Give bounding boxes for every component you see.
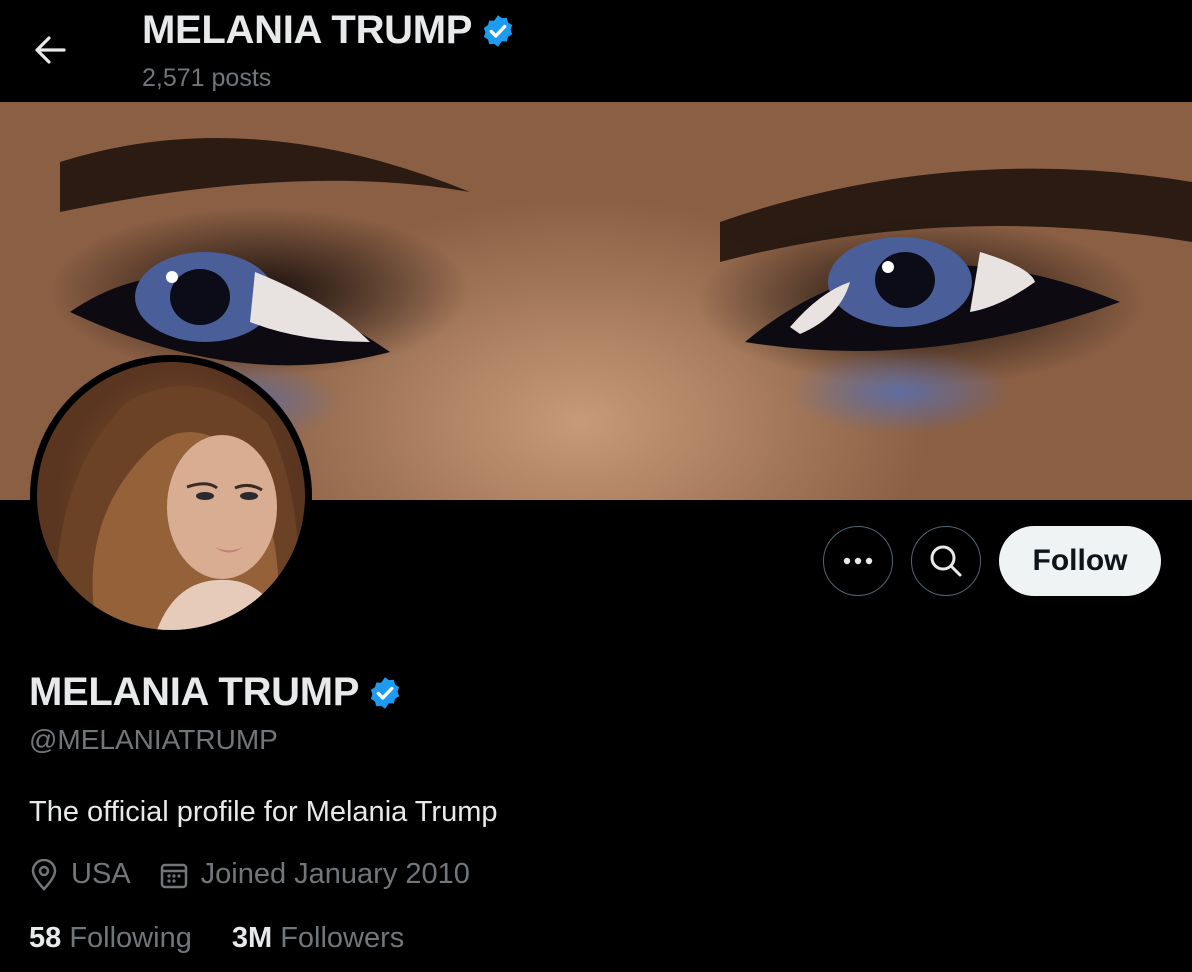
post-count: 2,571 posts bbox=[142, 64, 272, 92]
location-text: USA bbox=[71, 858, 131, 890]
followers-label: Followers bbox=[280, 922, 405, 954]
location-item: USA bbox=[29, 858, 131, 891]
search-icon bbox=[930, 545, 962, 577]
profile-meta: USA Joined January 2010 bbox=[29, 858, 498, 891]
verified-badge-icon[interactable] bbox=[367, 675, 403, 711]
profile-stats: 58 Following 3M Followers bbox=[29, 922, 444, 955]
profile-bio: The official profile for Melania Trump bbox=[29, 796, 498, 828]
followers-link[interactable]: 3M Followers bbox=[232, 922, 404, 955]
top-header: MELANIA TRUMP 2,571 posts bbox=[0, 0, 1192, 102]
header-title: MELANIA TRUMP bbox=[142, 8, 516, 53]
more-button[interactable] bbox=[823, 526, 893, 596]
followers-count: 3M bbox=[231, 922, 273, 954]
profile-name-row: MELANIA TRUMP bbox=[29, 670, 403, 715]
search-profile-button[interactable] bbox=[911, 526, 981, 596]
following-label: Following bbox=[69, 922, 192, 954]
location-pin-icon bbox=[31, 858, 57, 891]
back-button[interactable] bbox=[26, 26, 74, 74]
follow-button[interactable]: Follow bbox=[999, 526, 1161, 596]
avatar[interactable] bbox=[30, 355, 312, 637]
verified-badge-icon bbox=[484, 14, 513, 47]
header-name: MELANIA TRUMP bbox=[142, 8, 473, 52]
calendar-icon bbox=[160, 863, 187, 888]
arrow-left-icon bbox=[35, 36, 66, 64]
joined-text: Joined January 2010 bbox=[200, 858, 470, 890]
avatar-photo bbox=[37, 362, 305, 630]
joined-item: Joined January 2010 bbox=[159, 858, 470, 891]
following-count: 58 bbox=[29, 922, 62, 954]
following-link[interactable]: 58 Following bbox=[29, 922, 192, 955]
more-dots-icon bbox=[843, 557, 873, 565]
profile-handle: @MELANIATRUMP bbox=[29, 724, 278, 755]
profile-name: MELANIA TRUMP bbox=[29, 670, 360, 714]
